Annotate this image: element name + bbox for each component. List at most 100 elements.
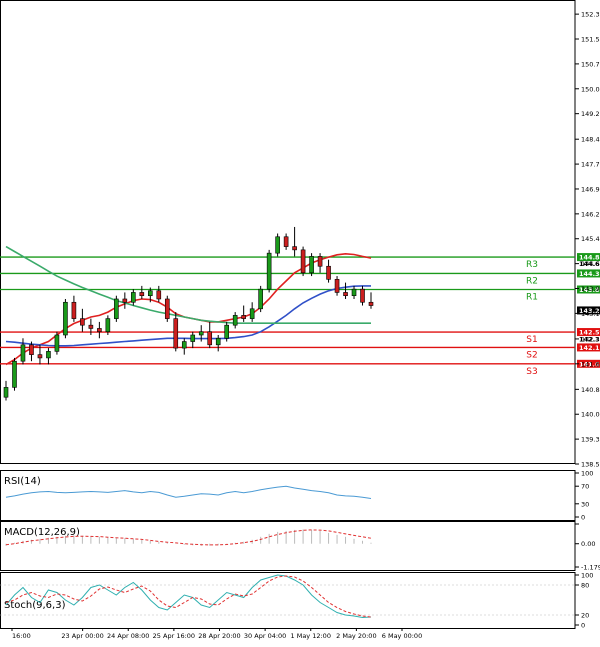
candle-body	[148, 290, 153, 297]
price-label-text: 144.38	[579, 270, 600, 278]
time-tick-label: 30 Apr 04:00	[244, 632, 286, 640]
chart-root: R3144.88144.68R2144.38R1143.89143.2S1142…	[0, 0, 600, 643]
candle-body	[207, 331, 213, 346]
indicator-tick-label: 100	[581, 572, 593, 580]
candle-body	[266, 252, 272, 290]
candle-body	[190, 334, 196, 342]
indicator-tick-label: 70	[581, 483, 589, 491]
indicator-pane-frame-2	[0, 521, 576, 571]
candle-body	[114, 298, 119, 319]
candle-body	[309, 256, 314, 274]
price-tick-label: 150.78	[581, 60, 600, 68]
pivot-level-name: R2	[526, 276, 538, 286]
price-tick-label: 143.16	[581, 310, 600, 318]
candle-body	[54, 334, 60, 352]
pivot-level-name: S1	[526, 335, 537, 345]
indicator-tick-label: 80	[581, 582, 589, 590]
moving-average-line-2	[5, 285, 371, 347]
indicator-tick-label: 20	[581, 612, 589, 620]
candle-body	[37, 354, 43, 359]
candle-body	[360, 288, 365, 303]
candle-body	[232, 315, 238, 326]
candle-body	[351, 288, 357, 297]
pivot-level-name: S3	[526, 367, 537, 377]
candle-body	[317, 256, 323, 267]
indicator-pane-frame-3	[0, 572, 576, 629]
time-tick-label: 16:00	[12, 632, 31, 640]
price-tick-label: 140.08	[581, 411, 600, 419]
price-tick-label: 145.44	[581, 235, 600, 243]
price-tick-label: 148.48	[581, 136, 600, 144]
candle-body	[215, 337, 221, 346]
price-tick-label: 139.32	[581, 436, 600, 444]
candle-body	[97, 328, 102, 333]
candle-body	[241, 315, 246, 319]
pivot-levels-layer: R3144.88144.68R2144.38R1143.89143.2S1142…	[0, 253, 600, 377]
candle-body	[139, 292, 145, 297]
price-tick-label: 150.02	[581, 85, 600, 93]
candle-body	[275, 236, 280, 254]
candle-body	[164, 298, 170, 319]
indicator-label: RSI(14)	[4, 476, 41, 487]
pivot-level-name: R3	[526, 260, 538, 270]
candle-body	[224, 324, 229, 339]
candle-body	[300, 249, 306, 274]
price-tick-label: 147.72	[581, 161, 600, 169]
time-tick-label: 23 Apr 00:00	[61, 632, 103, 640]
price-label-text: 142.12	[579, 344, 600, 352]
price-tick-label: 149.26	[581, 110, 600, 118]
indicator-tick-label: 0.00	[581, 540, 595, 548]
candle-body	[343, 292, 348, 297]
indicator-tick-label: -1.1795	[581, 564, 600, 572]
candle-body	[71, 301, 77, 319]
candle-body	[63, 301, 68, 336]
time-tick-label: 28 Apr 20:00	[198, 632, 240, 640]
candle-body	[258, 288, 263, 310]
candle-body	[80, 318, 85, 326]
chart-svg: R3144.88144.68R2144.38R1143.89143.2S1142…	[0, 0, 600, 640]
candle-body	[88, 324, 94, 329]
candle-body	[326, 265, 331, 280]
price-tick-label: 144.68	[581, 260, 600, 268]
price-tick-label: 143.92	[581, 285, 600, 293]
indicators-layer: RSI(14) 100 70 30 0 MACD(12,26,9) 0.00 -1.1795 S…	[0, 470, 600, 630]
main-pane-frame	[0, 0, 576, 464]
pivot-level-name: S2	[526, 350, 537, 360]
time-tick-label: 25 Apr 16:00	[153, 632, 195, 640]
candle-body	[20, 344, 26, 362]
candle-body	[46, 351, 51, 359]
candle-body	[368, 301, 374, 306]
candle-body	[173, 318, 179, 349]
time-tick-label: 2 May 20:00	[336, 632, 376, 640]
axis-layer: 152.30 151.54 150.78 150.02 149.26 148.48 147.…	[11, 11, 600, 640]
candle-body	[292, 246, 297, 251]
price-tick-label: 138.56	[581, 461, 600, 469]
candle-body	[12, 360, 17, 388]
price-tick-label: 142.38	[581, 335, 600, 343]
pivot-level-name: R1	[526, 292, 538, 302]
candle-body	[105, 318, 111, 333]
candle-body	[29, 344, 34, 355]
rsi-line	[5, 485, 372, 499]
indicator-pane-frame-1	[0, 470, 576, 521]
candle-body	[283, 236, 289, 247]
moving-average-line-3	[5, 245, 371, 324]
price-tick-label: 141.62	[581, 360, 600, 368]
indicator-tick-label: 30	[581, 500, 589, 508]
time-tick-label: 24 Apr 08:00	[107, 632, 149, 640]
indicator-label: MACD(12,26,9)	[4, 527, 80, 538]
indicator-tick-label: 0	[581, 514, 585, 522]
candle-body	[3, 387, 9, 398]
price-tick-label: 140.84	[581, 386, 600, 394]
stoch-k-line	[5, 574, 372, 619]
time-tick-label: 1 May 12:00	[291, 632, 331, 640]
time-tick-label: 6 May 00:00	[382, 632, 422, 640]
price-tick-label: 146.96	[581, 185, 600, 193]
candle-body	[122, 298, 128, 303]
price-tick-label: 151.54	[581, 36, 600, 44]
price-tick-label: 152.30	[581, 11, 600, 19]
indicator-tick-label: 0	[581, 622, 585, 630]
candle-body	[249, 308, 255, 319]
candles-layer	[3, 226, 374, 401]
candle-body	[198, 331, 204, 336]
